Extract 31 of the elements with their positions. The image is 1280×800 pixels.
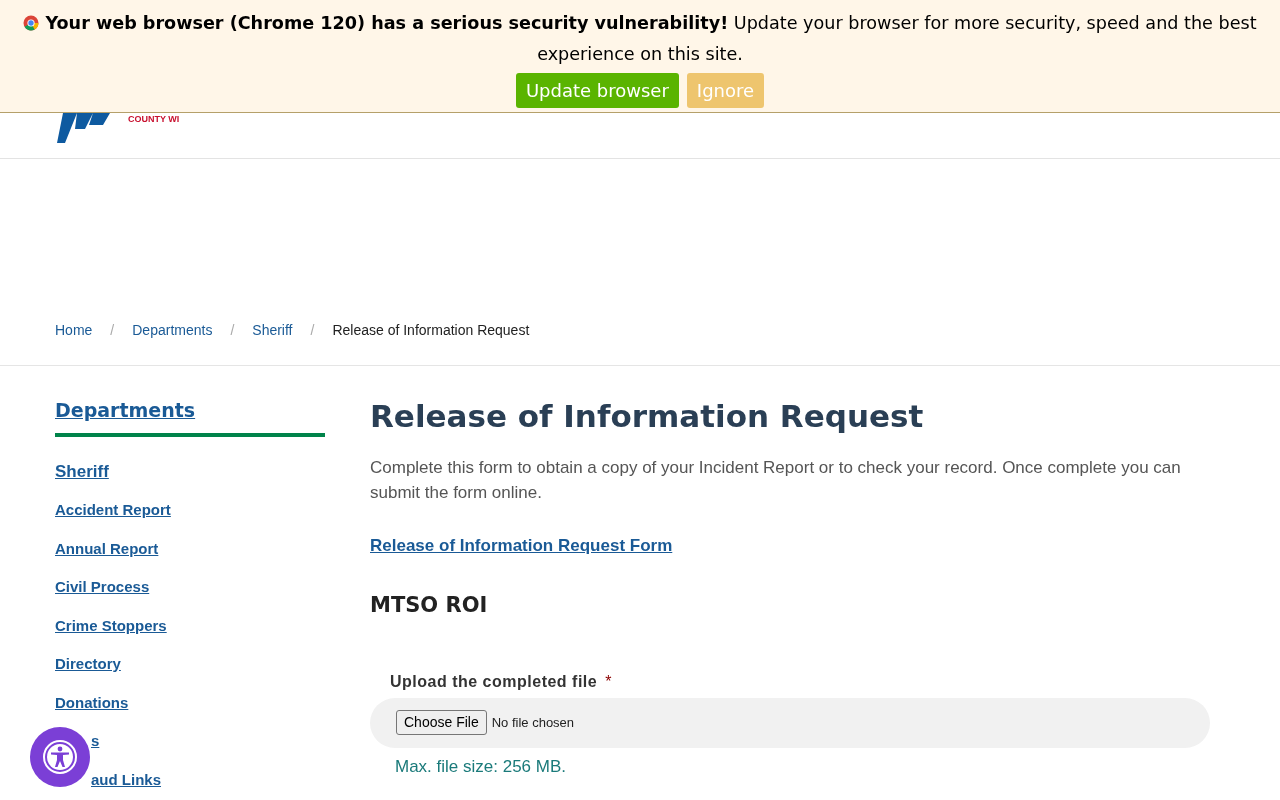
- intro-text: Complete this form to obtain a copy of your Incident Report or to check your record. Once complete you can submit the form online.: [370, 457, 1182, 505]
- sidebar-link[interactable]: Accident Report: [55, 499, 171, 522]
- breadcrumb-separator: /: [230, 320, 235, 340]
- section-title: MTSO ROI: [370, 592, 489, 618]
- sidebar-link[interactable]: Directory: [55, 653, 121, 676]
- form-link[interactable]: Release of Information Request Form: [370, 533, 673, 559]
- file-size-hint: Max. file size: 256 MB.: [395, 755, 567, 778]
- accessibility-button[interactable]: [30, 727, 90, 787]
- sidebar-section-link[interactable]: Sheriff: [55, 458, 109, 484]
- logo[interactable]: COUNTY WI: [55, 113, 195, 145]
- sidebar-link[interactable]: Donations: [55, 691, 129, 714]
- sidebar-link[interactable]: aud Links: [91, 768, 161, 791]
- warning-message: Your web browser (Chrome 120) has a serious security vulnerability! Update your browser for more security, speed and the best experience on this site.: [45, 13, 1257, 64]
- sidebar-title-link[interactable]: Departments: [55, 396, 196, 425]
- breadcrumb-separator: /: [110, 320, 115, 340]
- sidebar-link[interactable]: Crime Stoppers: [55, 614, 167, 637]
- upload-label: Upload the completed file: [390, 671, 598, 692]
- breadcrumb-link[interactable]: Sheriff: [252, 319, 293, 341]
- breadcrumb-separator: /: [310, 320, 315, 340]
- page-title: Release of Information Request: [370, 398, 925, 436]
- sidebar-link[interactable]: s: [91, 730, 100, 753]
- sidebar-link[interactable]: Civil Process: [55, 576, 150, 599]
- breadcrumb-current: Release of Information Request: [332, 320, 530, 340]
- accessibility-icon: [42, 739, 78, 775]
- required-mark: *: [605, 671, 612, 692]
- browser-icon: [23, 15, 40, 31]
- file-status-text: No file chosen: [491, 714, 575, 733]
- sidebar-link[interactable]: Annual Report: [55, 537, 159, 560]
- breadcrumb-link[interactable]: Departments: [132, 319, 213, 341]
- breadcrumb-link[interactable]: Home: [55, 319, 93, 341]
- choose-file-button[interactable]: Choose File: [396, 710, 487, 736]
